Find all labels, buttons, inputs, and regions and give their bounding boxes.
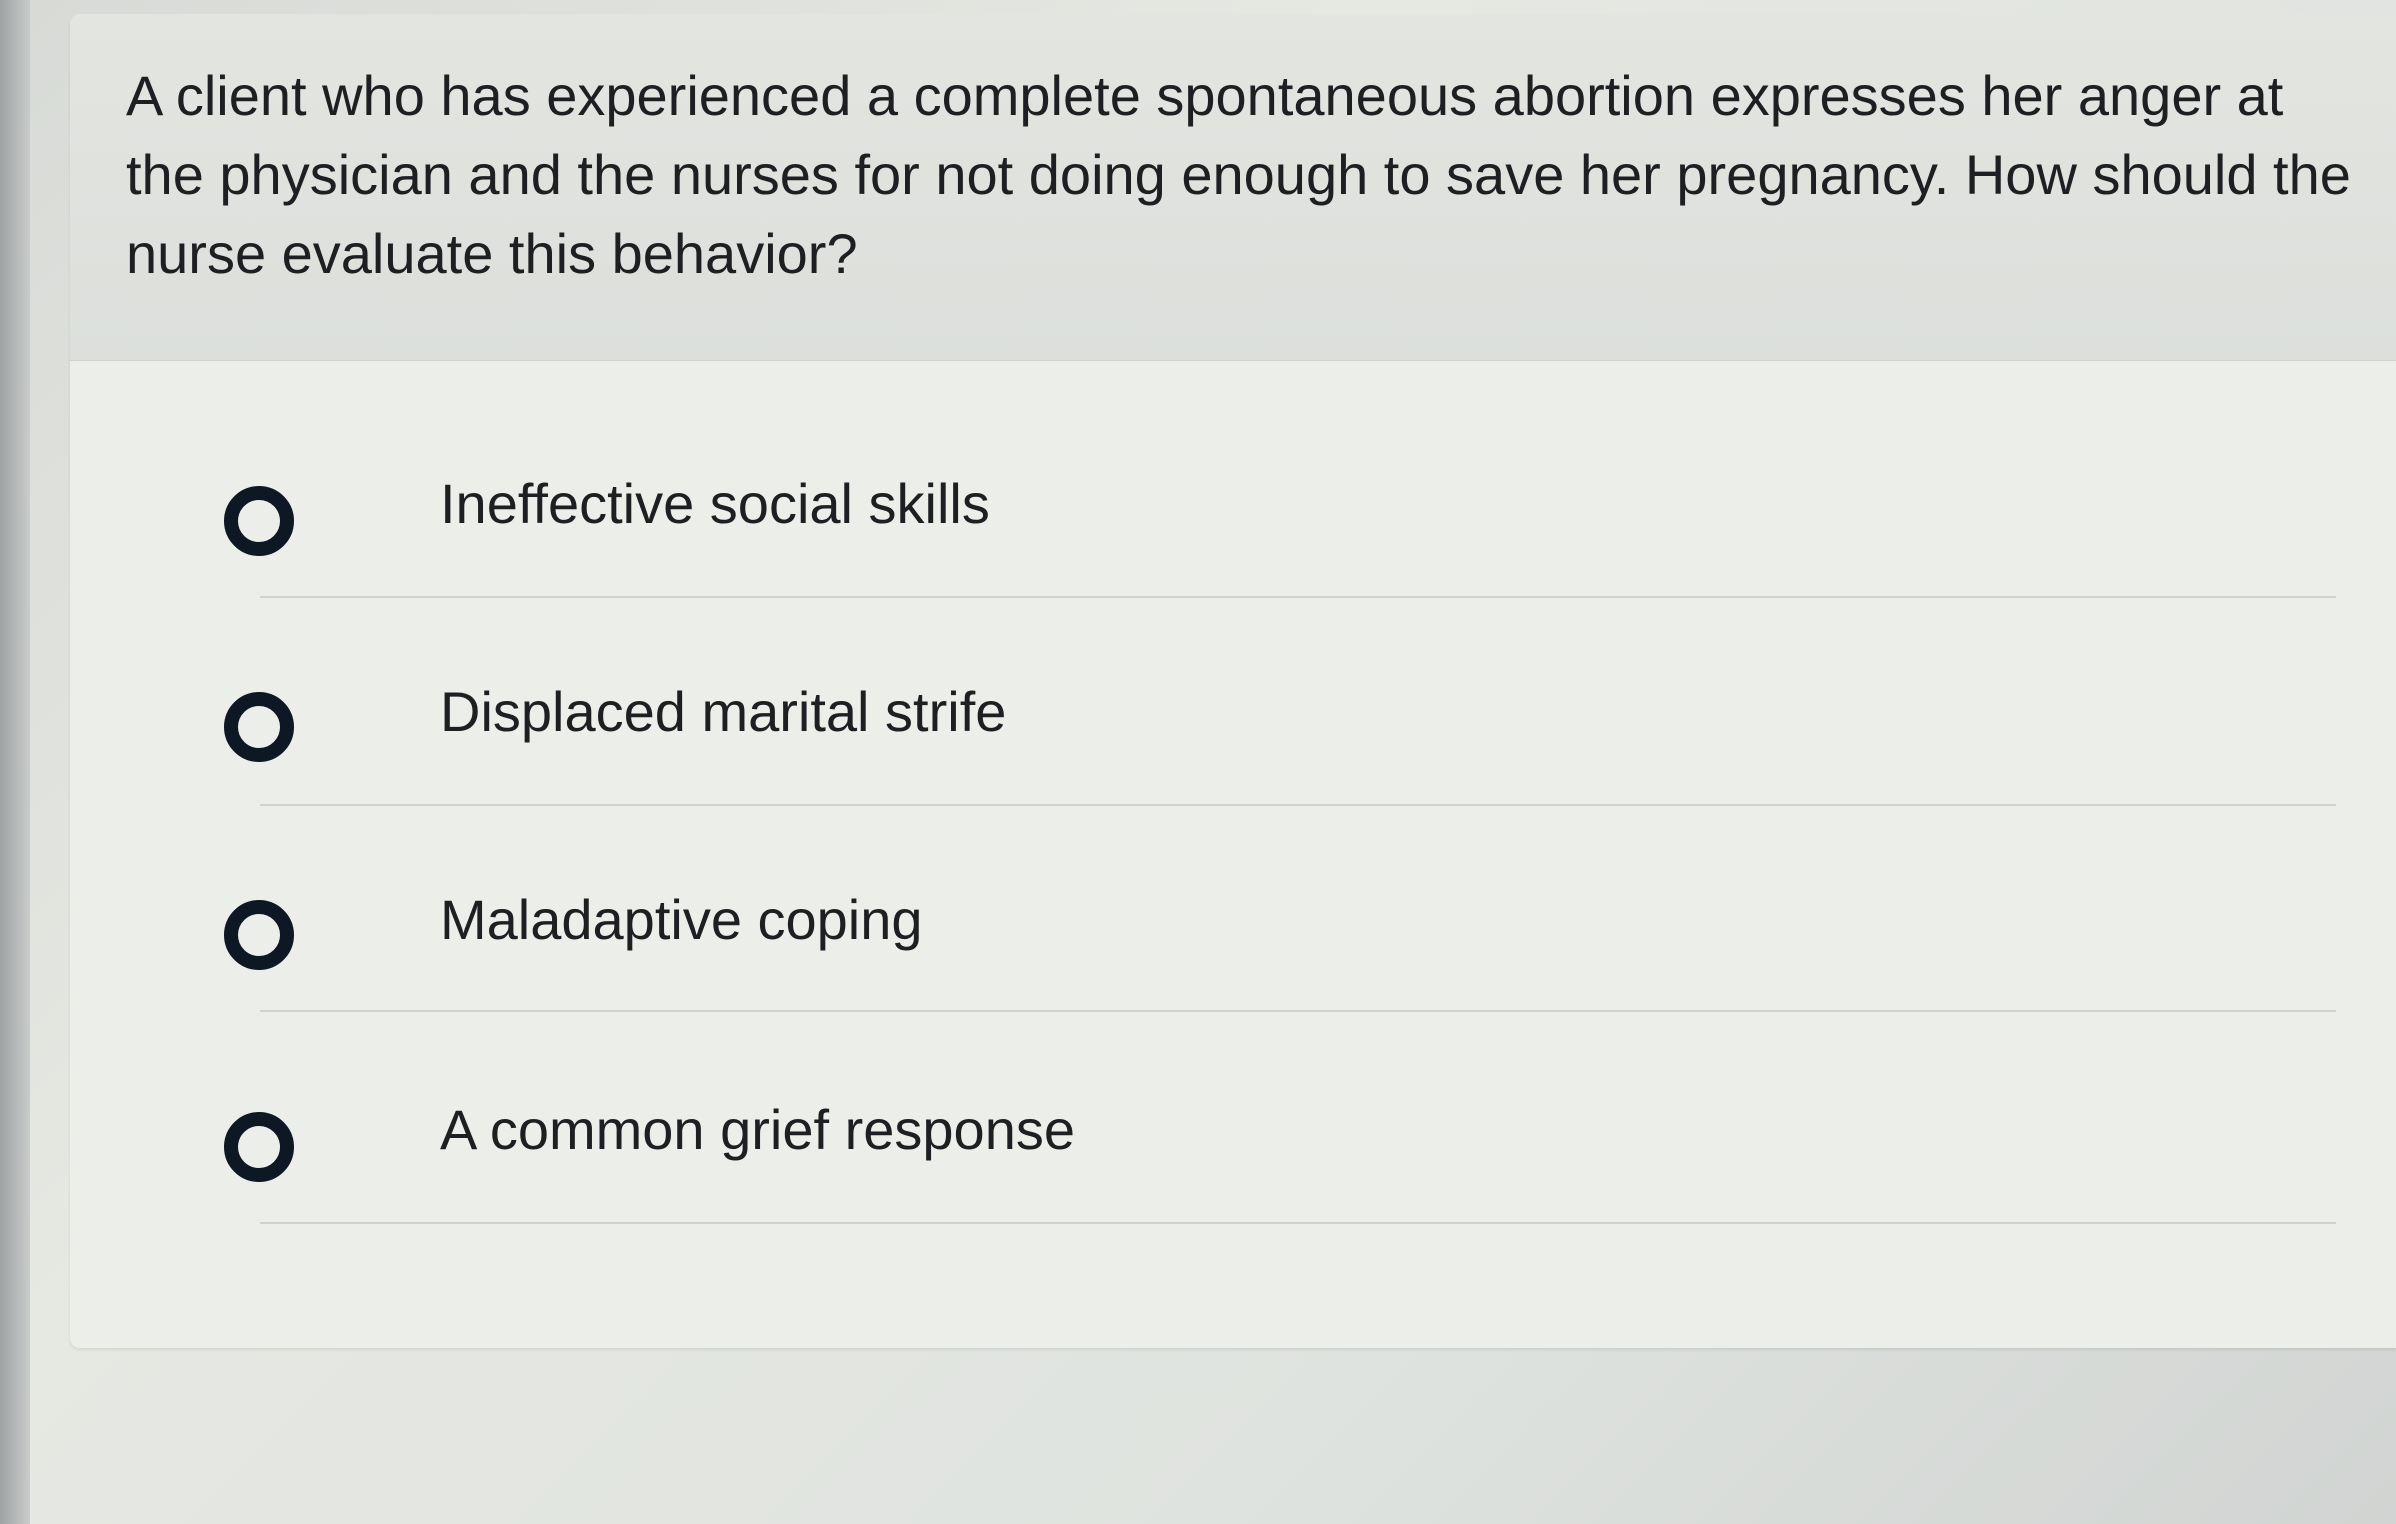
- question-text: A client who has experienced a complete …: [126, 64, 2351, 285]
- divider: [260, 1010, 2336, 1012]
- option-displaced-marital-strife[interactable]: Displaced marital strife: [196, 658, 2336, 866]
- option-label: Maladaptive coping: [440, 888, 923, 951]
- radio-button[interactable]: [224, 1112, 294, 1182]
- screen-edge: [0, 0, 30, 1524]
- option-ineffective-social-skills[interactable]: Ineffective social skills: [196, 450, 2336, 658]
- divider: [260, 804, 2336, 806]
- option-label: Ineffective social skills: [440, 472, 990, 535]
- option-label: Displaced marital strife: [440, 680, 1007, 743]
- divider: [260, 1222, 2336, 1224]
- question-card: A client who has experienced a complete …: [70, 14, 2396, 1348]
- option-label: A common grief response: [440, 1098, 1075, 1161]
- divider: [260, 596, 2336, 598]
- screen: A client who has experienced a complete …: [0, 0, 2396, 1524]
- radio-button[interactable]: [224, 486, 294, 556]
- radio-button[interactable]: [224, 900, 294, 970]
- radio-button[interactable]: [224, 692, 294, 762]
- option-common-grief-response[interactable]: A common grief response: [196, 1074, 2336, 1282]
- option-maladaptive-coping[interactable]: Maladaptive coping: [196, 866, 2336, 1074]
- question-header: A client who has experienced a complete …: [70, 14, 2396, 361]
